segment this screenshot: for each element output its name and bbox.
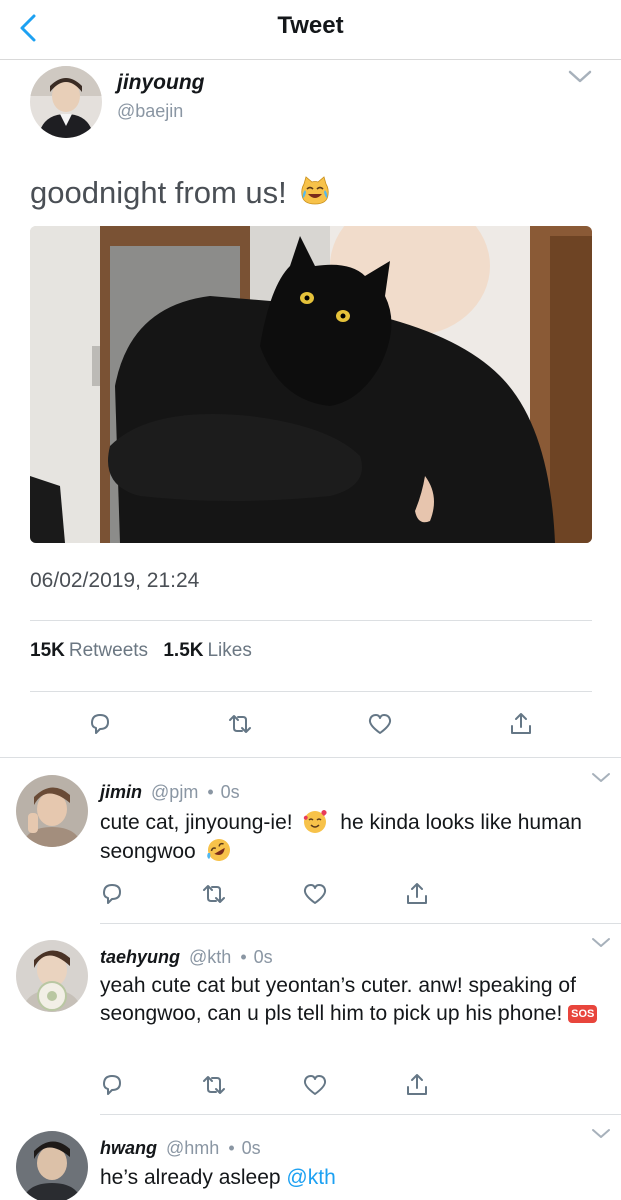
reply-text: yeah cute cat but yeontan’s cuter. anw! … [100, 972, 600, 1028]
mention-link[interactable]: @kth [286, 1166, 335, 1189]
retweet-count[interactable]: 15K [30, 640, 65, 661]
reply-author-handle[interactable]: @hmh [166, 1138, 219, 1158]
divider [0, 757, 621, 758]
avatar[interactable] [30, 66, 102, 138]
chevron-down-icon[interactable] [590, 935, 612, 951]
rofl-emoji [206, 839, 230, 861]
retweets-label[interactable]: Retweets [69, 640, 148, 661]
reply-icon[interactable] [98, 1071, 126, 1099]
reply-time: 0s [220, 782, 240, 802]
page-title: Tweet [277, 12, 344, 39]
reply-author-name[interactable]: hwang [100, 1138, 157, 1158]
separator-dot: • [228, 1138, 235, 1158]
reply-text-part: cute cat, jinyoung-ie! [100, 811, 293, 834]
joy-cat-emoji [301, 176, 330, 205]
retweet-icon[interactable] [226, 710, 254, 738]
divider [30, 620, 592, 621]
tweet-stats: 15K Retweets 1.5K Likes [30, 640, 262, 662]
divider [30, 691, 592, 692]
retweet-icon[interactable] [200, 880, 228, 908]
separator-dot: • [207, 782, 214, 802]
chevron-down-icon[interactable] [590, 1126, 612, 1142]
reply-author-name[interactable]: taehyung [100, 947, 180, 967]
display-name[interactable]: jinyoung [117, 71, 205, 95]
likes-label[interactable]: Likes [207, 640, 251, 661]
divider [100, 1114, 621, 1115]
share-icon[interactable] [403, 1071, 431, 1099]
like-icon[interactable] [301, 1071, 329, 1099]
share-icon[interactable] [507, 710, 535, 738]
reply-time: 0s [253, 947, 273, 967]
top-nav-bar: Tweet [0, 0, 621, 60]
reply-author-name[interactable]: jimin [100, 782, 142, 802]
reply-author-handle[interactable]: @pjm [151, 782, 198, 802]
chevron-down-icon[interactable] [566, 66, 594, 88]
reply-icon[interactable] [98, 880, 126, 908]
smiling-face-with-hearts-emoji [304, 810, 328, 833]
tweet-text: goodnight from us! [30, 175, 331, 211]
user-handle[interactable]: @baejin [117, 101, 183, 122]
chevron-down-icon[interactable] [590, 770, 612, 786]
reply-text-part: he’s already asleep [100, 1166, 281, 1189]
separator-dot: • [240, 947, 247, 967]
divider [100, 923, 621, 924]
tweet-text-content: goodnight from us! [30, 175, 287, 210]
avatar[interactable] [16, 775, 88, 847]
retweet-icon[interactable] [200, 1071, 228, 1099]
reply-text: he’s already asleep @kth [100, 1164, 600, 1192]
avatar[interactable] [16, 1131, 88, 1200]
like-icon[interactable] [366, 710, 394, 738]
reply-text-part: yeah cute cat but yeontan’s cuter. anw! … [100, 974, 576, 1025]
reply-time: 0s [241, 1138, 261, 1158]
reply-author-handle[interactable]: @kth [189, 947, 231, 967]
like-icon[interactable] [301, 880, 329, 908]
reply-header: jimin @pjm • 0s [100, 782, 240, 803]
share-icon[interactable] [403, 880, 431, 908]
tweet-photo[interactable] [30, 226, 592, 543]
reply-text: cute cat, jinyoung-ie! he kinda looks li… [100, 808, 600, 866]
avatar[interactable] [16, 940, 88, 1012]
reply-header: hwang @hmh • 0s [100, 1138, 261, 1159]
reply-header: taehyung @kth • 0s [100, 947, 273, 968]
sos-badge: SOS [568, 1005, 598, 1023]
tweet-timestamp: 06/02/2019, 21:24 [30, 569, 200, 592]
like-count[interactable]: 1.5K [163, 640, 203, 661]
reply-icon[interactable] [86, 710, 114, 738]
